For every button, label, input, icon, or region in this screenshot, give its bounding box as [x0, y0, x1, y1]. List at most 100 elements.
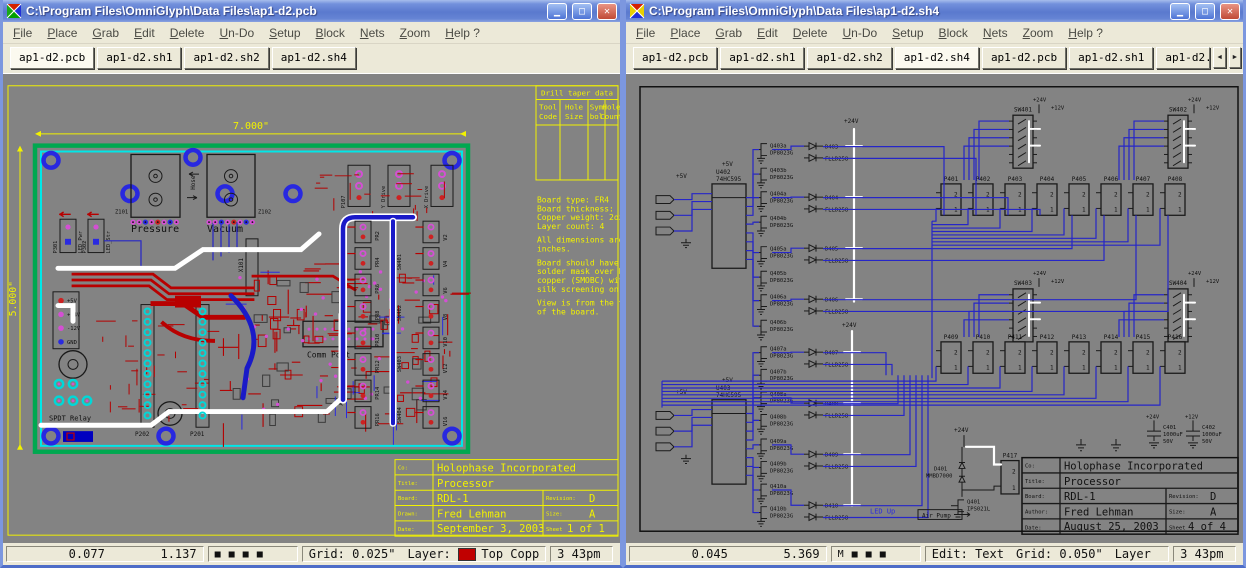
svg-text:DP8023G: DP8023G [770, 302, 793, 308]
menu-item-zoom[interactable]: Zoom [400, 26, 431, 40]
svg-text:P302: P302 [82, 241, 88, 254]
maximize-button[interactable]: □ [572, 3, 592, 20]
menu-item-grab[interactable]: Grab [92, 26, 119, 40]
tab-ap1-d2-pcb[interactable]: ap1-d2.pcb [633, 47, 717, 69]
menu-item-file[interactable]: File [636, 26, 655, 40]
svg-text:Y Drive: Y Drive [381, 186, 387, 209]
menu-item-file[interactable]: File [13, 26, 32, 40]
pcb-canvas[interactable]: 7.000" 5.000" Pressure Z101 [3, 73, 620, 543]
menu-item-edit[interactable]: Edit [757, 26, 778, 40]
svg-text:RDL-1: RDL-1 [1064, 491, 1096, 503]
hose-arrows: Hose [187, 172, 199, 199]
pcb-drawing[interactable]: 7.000" 5.000" Pressure Z101 [3, 74, 620, 543]
tab-ap1-d2-sh2[interactable]: ap1-d2.sh2 [807, 47, 891, 69]
titlebar-schematic[interactable]: C:\Program Files\OmniGlyph\Data Files\ap… [626, 0, 1243, 22]
tab-ap1-d2-pcb-2[interactable]: ap1-d2.pcb [982, 47, 1066, 69]
tab-ap1-d2-sh1-2[interactable]: ap1-d2.sh1 [1069, 47, 1153, 69]
tab-ap1-d2-sh2[interactable]: ap1-d2.sh2 [184, 47, 268, 69]
svg-text:PR4: PR4 [375, 257, 381, 267]
svg-text:DP8023G: DP8023G [770, 468, 793, 474]
svg-text:Q401: Q401 [967, 500, 980, 506]
close-button[interactable]: ✕ [1220, 3, 1240, 20]
v5-label: +5V [722, 161, 733, 168]
svg-text:P406: P406 [1104, 176, 1119, 183]
grid-layer-indicator[interactable]: Grid: 0.025" Layer: Top Copp [302, 546, 546, 562]
svg-text:P414: P414 [1104, 334, 1119, 341]
window-pcb: C:\Program Files\OmniGlyph\Data Files\ap… [0, 0, 623, 568]
svg-text:DP8023G: DP8023G [770, 223, 793, 229]
svg-text:+24V: +24V [954, 427, 969, 434]
svg-text:1: 1 [1114, 364, 1118, 371]
svg-text:copper (SMOBC) with white: copper (SMOBC) with white [537, 276, 620, 285]
svg-text:Q406b: Q406b [770, 320, 787, 326]
svg-text:+24V: +24V [1033, 98, 1047, 104]
svg-text:DP8023G: DP8023G [770, 514, 793, 520]
svg-text:All dimensions are in: All dimensions are in [537, 236, 620, 245]
menu-item-grab[interactable]: Grab [715, 26, 742, 40]
svg-text:V14: V14 [443, 389, 449, 399]
menu-item-setup[interactable]: Setup [269, 26, 300, 40]
svg-text:P402: P402 [976, 176, 991, 183]
svg-text:1: 1 [1012, 485, 1016, 492]
menu-item-undo[interactable]: Un-Do [842, 26, 877, 40]
svg-text:Revision:: Revision: [1169, 494, 1199, 500]
window-title: C:\Program Files\OmniGlyph\Data Files\ap… [26, 4, 542, 18]
svg-text:2: 2 [1082, 192, 1086, 199]
menu-item-block[interactable]: Block [939, 26, 968, 40]
close-button[interactable]: ✕ [597, 3, 617, 20]
minimize-button[interactable]: ▁ [1170, 3, 1190, 20]
decoupling-symbols [1076, 439, 1121, 451]
tab-ap1-d2-pcb[interactable]: ap1-d2.pcb [10, 47, 94, 69]
svg-text:Q406a: Q406a [770, 295, 787, 301]
svg-text:P201: P201 [190, 431, 205, 438]
menu-item-nets[interactable]: Nets [983, 26, 1008, 40]
maximize-button[interactable]: □ [1195, 3, 1215, 20]
svg-text:V12: V12 [443, 364, 449, 374]
svg-text:September 3, 2003: September 3, 2003 [437, 523, 544, 535]
menu-item-nets[interactable]: Nets [360, 26, 385, 40]
svg-text:Board:: Board: [398, 496, 418, 502]
svg-text:50V: 50V [1202, 439, 1213, 445]
tab-ap1-d2-sh4[interactable]: ap1-d2.sh4 [272, 47, 356, 69]
svg-text:Count: Count [600, 112, 620, 121]
menu-item-help[interactable]: Help ? [445, 26, 480, 40]
svg-text:D401: D401 [934, 466, 947, 472]
tab-ap1-d2-sh4[interactable]: ap1-d2.sh4 [895, 47, 979, 69]
svg-text:P403: P403 [1008, 176, 1023, 183]
clock: 3 43pm [1173, 546, 1236, 562]
svg-text:P413: P413 [1072, 334, 1087, 341]
svg-text:2: 2 [1178, 350, 1182, 357]
ic-u403: U403 74HC595 [712, 385, 746, 484]
svg-text:Q405a: Q405a [770, 247, 787, 253]
grid-layer-indicator[interactable]: Edit: Text Grid: 0.050" Layer [925, 546, 1169, 562]
menu-item-place[interactable]: Place [47, 26, 77, 40]
mode-indicators: ■ ■ ■ ■ [208, 546, 298, 562]
tab-ap1-d2-sh1[interactable]: ap1-d2.sh1 [97, 47, 181, 69]
menu-item-place[interactable]: Place [670, 26, 700, 40]
menu-item-help[interactable]: Help ? [1068, 26, 1103, 40]
menu-item-block[interactable]: Block [316, 26, 345, 40]
tab-scroll-right-button[interactable]: ► [1229, 47, 1241, 68]
menu-item-setup[interactable]: Setup [892, 26, 923, 40]
svg-text:V8: V8 [443, 314, 449, 320]
schematic-canvas[interactable]: U402 74HC595 U403 74HC595 +5V +5V +5V +5… [626, 73, 1243, 543]
menu-item-edit[interactable]: Edit [134, 26, 155, 40]
titlebar-pcb[interactable]: C:\Program Files\OmniGlyph\Data Files\ap… [3, 0, 620, 22]
svg-text:+12V: +12V [1206, 279, 1220, 285]
tab-scroll-left-button[interactable]: ◄ [1213, 47, 1225, 68]
minimize-button[interactable]: ▁ [547, 3, 567, 20]
svg-text:inches.: inches. [537, 245, 571, 254]
window-title: C:\Program Files\OmniGlyph\Data Files\ap… [649, 4, 1165, 18]
svg-text:Q404b: Q404b [770, 216, 787, 222]
schematic-drawing[interactable]: U402 74HC595 U403 74HC595 +5V +5V +5V +5… [626, 74, 1243, 543]
menu-item-delete[interactable]: Delete [793, 26, 828, 40]
svg-text:2: 2 [1018, 350, 1022, 357]
svg-text:FLLD258: FLLD258 [825, 464, 848, 470]
svg-text:1: 1 [1146, 206, 1150, 213]
svg-text:solder mask over bare: solder mask over bare [537, 267, 620, 276]
menu-item-undo[interactable]: Un-Do [219, 26, 254, 40]
tab-ap1-d2-sh-clipped[interactable]: ap1-d2.sh [1156, 47, 1210, 69]
menu-item-delete[interactable]: Delete [170, 26, 205, 40]
menu-item-zoom[interactable]: Zoom [1023, 26, 1054, 40]
tab-ap1-d2-sh1[interactable]: ap1-d2.sh1 [720, 47, 804, 69]
